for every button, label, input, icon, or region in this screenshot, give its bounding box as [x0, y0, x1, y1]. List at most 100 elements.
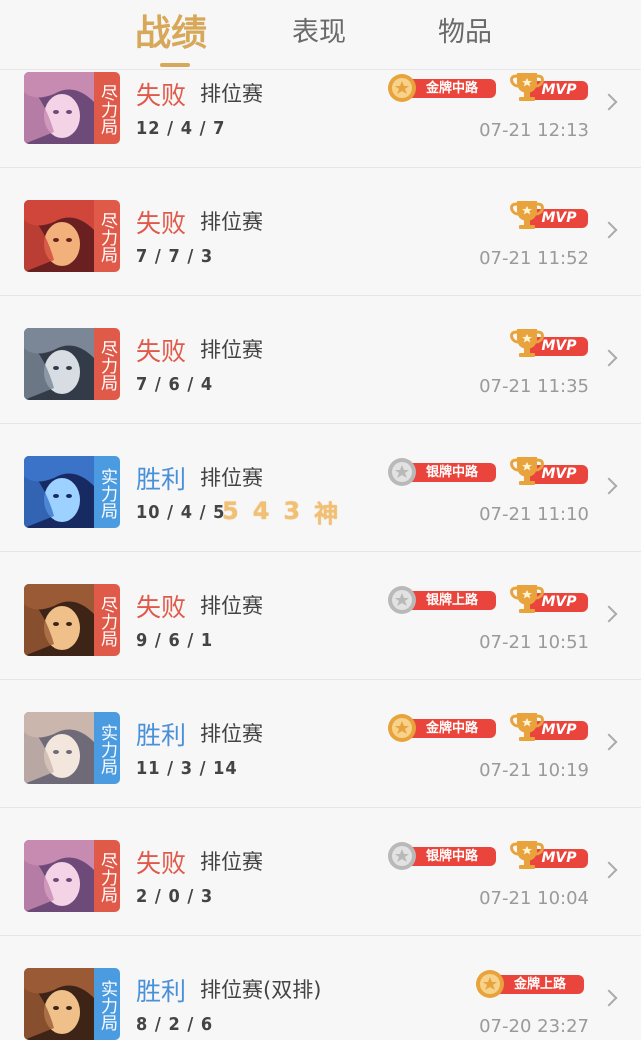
match-result: 胜利 — [136, 977, 187, 1006]
match-row[interactable]: 尽力局 失败 排位赛 7 / 6 / 4 MVP 07-21 11:35 — [0, 296, 641, 424]
kda-score: 11 / 3 / 14 — [136, 758, 238, 779]
match-time: 07-21 12:13 — [479, 120, 589, 141]
chevron-right-icon[interactable] — [600, 605, 618, 623]
trophy-icon — [508, 710, 546, 744]
gold-medal-icon — [386, 72, 420, 104]
position-badge: 银牌中路 — [386, 456, 498, 486]
match-mode-tag: 实力局 — [94, 456, 120, 528]
mvp-badge: MVP — [508, 70, 590, 102]
hero-avatar: 尽力局 — [24, 840, 120, 912]
tab-items[interactable]: 物品 — [438, 10, 492, 50]
position-badge-label: 金牌中路 — [408, 719, 496, 738]
match-time: 07-21 11:52 — [479, 248, 589, 269]
silver-medal-icon — [386, 840, 420, 872]
match-mode-tag: 尽力局 — [94, 584, 120, 656]
match-row[interactable]: 实力局 胜利 排位赛(双排) 8 / 2 / 6 金牌上路 07-20 23:27 — [0, 936, 641, 1040]
kill-streak-badges: 543神 — [222, 496, 338, 528]
mvp-badge: MVP — [508, 838, 590, 870]
position-badge-label: 金牌中路 — [408, 79, 496, 98]
hero-portrait-image — [24, 712, 94, 784]
match-type: 排位赛 — [200, 210, 263, 234]
hero-portrait-image — [24, 72, 94, 144]
kda-score: 7 / 7 / 3 — [136, 246, 214, 267]
match-result: 失败 — [136, 209, 187, 238]
trophy-icon — [508, 582, 546, 616]
tab-bar: 战绩 表现 物品 — [0, 0, 641, 70]
hero-portrait-image — [24, 200, 94, 272]
chevron-right-icon[interactable] — [600, 93, 618, 111]
hero-avatar: 实力局 — [24, 456, 120, 528]
match-time: 07-21 11:10 — [479, 504, 589, 525]
match-row[interactable]: 尽力局 失败 排位赛 2 / 0 / 3 银牌中路 MVP 07-21 10:04 — [0, 808, 641, 936]
chevron-right-icon[interactable] — [600, 221, 618, 239]
match-time: 07-21 10:19 — [479, 760, 589, 781]
match-row[interactable]: 实力局 胜利 排位赛 10 / 4 / 5 5 4 3 神 银牌中路 MVP 07-21 11:10 — [0, 424, 641, 552]
gold-medal-icon — [386, 712, 420, 744]
mvp-badge: MVP — [508, 454, 590, 486]
hero-avatar: 尽力局 — [24, 328, 120, 400]
position-badge: 银牌上路 — [386, 584, 498, 614]
kda-score: 2 / 0 / 3 — [136, 886, 214, 907]
match-row[interactable]: 尽力局 失败 排位赛 9 / 6 / 1 银牌上路 MVP 07-21 10:51 — [0, 552, 641, 680]
kill-streak-item: 5 — [222, 497, 239, 525]
mvp-badge: MVP — [508, 326, 590, 358]
kda-score: 10 / 4 / 5 — [136, 502, 226, 523]
match-result: 失败 — [136, 849, 187, 878]
match-mode-tag: 尽力局 — [94, 328, 120, 400]
chevron-right-icon[interactable] — [600, 989, 618, 1007]
kda-score: 12 / 4 / 7 — [136, 118, 226, 139]
match-type: 排位赛 — [200, 338, 263, 362]
match-type: 排位赛 — [200, 850, 263, 874]
hero-portrait-image — [24, 328, 94, 400]
silver-medal-icon — [386, 456, 420, 488]
hero-avatar: 尽力局 — [24, 200, 120, 272]
mvp-badge: MVP — [508, 582, 590, 614]
kda-score: 7 / 6 / 4 — [136, 374, 214, 395]
match-time: 07-21 10:04 — [479, 888, 589, 909]
hero-avatar: 实力局 — [24, 968, 120, 1040]
match-mode-tag: 尽力局 — [94, 840, 120, 912]
hero-portrait-image — [24, 840, 94, 912]
trophy-icon — [508, 198, 546, 232]
silver-medal-icon — [386, 584, 420, 616]
position-badge-label: 银牌中路 — [408, 847, 496, 866]
mvp-badge: MVP — [508, 710, 590, 742]
hero-portrait-image — [24, 584, 94, 656]
match-type: 排位赛 — [200, 722, 263, 746]
hero-portrait-image — [24, 456, 94, 528]
tab-record[interactable]: 战绩 — [135, 4, 207, 54]
trophy-icon — [508, 70, 546, 104]
kda-score: 9 / 6 / 1 — [136, 630, 214, 651]
chevron-right-icon[interactable] — [600, 861, 618, 879]
position-badge: 金牌上路 — [474, 968, 586, 998]
kill-streak-item: 3 — [283, 497, 301, 525]
trophy-icon — [508, 454, 546, 488]
match-result: 胜利 — [136, 721, 187, 750]
match-type: 排位赛 — [200, 82, 263, 106]
hero-portrait-image — [24, 968, 94, 1040]
match-time: 07-21 10:51 — [479, 632, 589, 653]
active-tab-indicator — [160, 63, 190, 67]
match-mode-tag: 尽力局 — [94, 200, 120, 272]
hero-avatar: 尽力局 — [24, 584, 120, 656]
chevron-right-icon[interactable] — [600, 477, 618, 495]
kill-streak-item: 4 — [252, 497, 270, 525]
position-badge-label: 银牌中路 — [408, 463, 496, 482]
hero-avatar: 尽力局 — [24, 72, 120, 144]
chevron-right-icon[interactable] — [600, 349, 618, 367]
match-result: 失败 — [136, 81, 187, 110]
position-badge-label: 银牌上路 — [408, 591, 496, 610]
match-mode-tag: 尽力局 — [94, 72, 120, 144]
match-type: 排位赛 — [200, 466, 263, 490]
mvp-badge: MVP — [508, 198, 590, 230]
match-type: 排位赛 — [200, 594, 263, 618]
position-badge-label: 金牌上路 — [496, 975, 584, 994]
match-row[interactable]: 实力局 胜利 排位赛 11 / 3 / 14 金牌中路 MVP 07-21 10:19 — [0, 680, 641, 808]
match-row[interactable]: 尽力局 失败 排位赛 7 / 7 / 3 MVP 07-21 11:52 — [0, 168, 641, 296]
match-time: 07-20 23:27 — [479, 1016, 589, 1037]
chevron-right-icon[interactable] — [600, 733, 618, 751]
tab-performance[interactable]: 表现 — [292, 10, 346, 50]
match-mode-tag: 实力局 — [94, 968, 120, 1040]
gold-medal-icon — [474, 968, 508, 1000]
match-result: 胜利 — [136, 465, 187, 494]
